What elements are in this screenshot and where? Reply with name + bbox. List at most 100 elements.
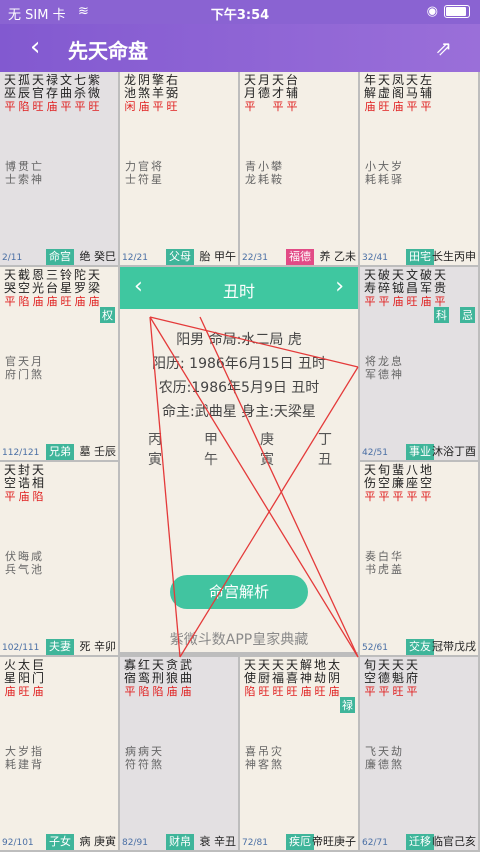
analysis-button[interactable]: 命宫解析 xyxy=(170,575,308,609)
star-brightness: 旺 xyxy=(18,685,30,698)
next-hour-button[interactable]: › xyxy=(335,274,344,299)
star-column: 年解庙 xyxy=(364,74,377,114)
palace-name[interactable]: 福德 xyxy=(286,249,314,265)
minor-star: 华 xyxy=(391,550,402,563)
palace-zi[interactable]: 天使陷天厨旺天福旺天喜旺解神庙地劫旺太阴庙喜吊灾神客煞 72/81 疾厄 帝旺庚子 禄 xyxy=(240,657,358,850)
star-column: 贪狼庙 xyxy=(166,659,178,699)
age-range: 32/41 xyxy=(362,253,388,263)
palace-name[interactable]: 迁移 xyxy=(406,834,434,850)
palace-chen[interactable]: 天哭平截空陷恩光庙三台庙铃星旺陀罗庙天梁庙官天月府门煞 112/121 兄弟墓 壬辰… xyxy=(0,267,118,460)
star-column: 天使陷 xyxy=(244,659,256,699)
star-brightness: 平 xyxy=(406,685,418,698)
star-column: 旬空平 xyxy=(378,464,390,504)
minor-star: 龙 xyxy=(378,355,389,368)
star-column: 天月平 xyxy=(244,74,256,114)
star-char: 才 xyxy=(272,86,285,100)
hour-selector: ‹ 丑时 › xyxy=(120,267,358,309)
minor-star: 亡 xyxy=(31,160,42,173)
badge-ji: 忌 xyxy=(460,307,475,323)
palace-mao[interactable]: 天空平封诰庙天相陷伏晦咸兵气池 102/111 夫妻死 辛卯 xyxy=(0,462,118,655)
age-range: 42/51 xyxy=(362,448,388,458)
star-brightness: 旺 xyxy=(272,685,284,698)
palace-si[interactable]: 天巫平孤辰陷天官旺禄存庙文曲平七杀平紫微旺博贯亡士索神 2/11 命宫绝 癸巳 xyxy=(0,72,118,265)
minor-star: 客 xyxy=(258,758,269,771)
star-column: 天虚旺 xyxy=(378,74,390,114)
star-char: 哭 xyxy=(4,281,17,295)
zhi-3: 丑 xyxy=(318,452,332,468)
star-char: 空 xyxy=(4,476,17,490)
star-brightness: 陷 xyxy=(18,295,30,308)
palace-name[interactable]: 交友 xyxy=(406,639,434,655)
star-char: 宿 xyxy=(124,671,137,685)
info-line-2: 阳历: 1986年6月15日 丑时 xyxy=(152,356,326,372)
palace-name[interactable]: 兄弟 xyxy=(46,444,74,460)
star-column: 解神庙 xyxy=(300,659,312,699)
age-range: 112/121 xyxy=(2,448,40,458)
palace-xu[interactable]: 天伤平旬空平蜚廉平八座平地空平奏白华书虎盖 52/61 交友 冠带戊戌 xyxy=(360,462,478,655)
star-char: 府 xyxy=(406,671,419,685)
minor-star: 灾 xyxy=(271,745,282,758)
minor-star: 廉 xyxy=(365,758,376,771)
minor-star: 力 xyxy=(125,160,136,173)
star-brightness: 庙 xyxy=(180,685,192,698)
minor-star: 大 xyxy=(378,160,389,173)
star-brightness: 旺 xyxy=(166,100,178,113)
palace-wu[interactable]: 龙池闲阴煞庙擎羊平右弼旺力官将士符星 12/21 父母胎 甲午 xyxy=(120,72,238,265)
palace-name[interactable]: 夫妻 xyxy=(46,639,74,655)
palace-name[interactable]: 事业 xyxy=(406,444,434,460)
star-brightness: 庙 xyxy=(88,295,100,308)
share-icon[interactable]: ⇗ xyxy=(435,36,452,60)
palace-name[interactable]: 父母 xyxy=(166,249,194,265)
palace-name[interactable]: 财帛 xyxy=(166,834,194,850)
gan-2: 庚 xyxy=(260,432,274,448)
minor-star: 鞍 xyxy=(271,173,282,186)
palace-name[interactable]: 疾厄 xyxy=(286,834,314,850)
star-char: 空 xyxy=(420,476,433,490)
palace-chou[interactable]: 寡宿平红鸾陷天刑陷贪狼庙武曲庙病病天符符煞 82/91 财帛衰 辛丑 xyxy=(120,657,238,850)
palace-wei[interactable]: 天月平月德天才平台辅平青小攀龙耗鞍 22/31 福德养 乙未 xyxy=(240,72,358,265)
star-char: 空 xyxy=(364,671,377,685)
star-column: 破军庙 xyxy=(420,269,432,309)
back-button[interactable]: ‹ xyxy=(30,32,40,62)
star-column: 天寿平 xyxy=(364,269,376,309)
star-column: 太阳旺 xyxy=(18,659,30,699)
minor-star: 盖 xyxy=(391,563,402,576)
star-column: 三台庙 xyxy=(46,269,58,309)
minor-stars: 博贯亡士索神 xyxy=(4,160,43,186)
star-brightness: 旺 xyxy=(60,295,72,308)
star-char: 弼 xyxy=(166,86,179,100)
palace-stem-branch: 死 辛卯 xyxy=(79,640,117,653)
star-brightness: 旺 xyxy=(286,685,298,698)
palace-hai[interactable]: 旬空平天德平天魁旺天府平飞天劫廉德煞 62/71 迁移 临官己亥 xyxy=(360,657,478,850)
minor-star: 神 xyxy=(31,173,42,186)
palace-shen[interactable]: 年解庙天虚旺凤阁庙天马平左辅平小大岁耗耗驿 32/41 田宅 长生丙申 xyxy=(360,72,478,265)
minor-stars: 大岁指耗建背 xyxy=(4,745,43,771)
palace-stem-branch: 帝旺庚子 xyxy=(312,835,356,848)
badge-quan: 权 xyxy=(100,307,115,323)
palace-yin[interactable]: 火星庙太阳旺巨门庙大岁指耗建背 92/101 子女病 庚寅 xyxy=(0,657,118,850)
minor-star: 岁 xyxy=(18,745,29,758)
minor-star: 符 xyxy=(138,758,149,771)
star-char: 解 xyxy=(364,86,377,100)
star-column: 蜚廉平 xyxy=(392,464,404,504)
minor-star: 煞 xyxy=(271,758,282,771)
minor-stars: 伏晦咸兵气池 xyxy=(4,550,43,576)
palace-name[interactable]: 命宫 xyxy=(46,249,74,265)
star-column: 天府平 xyxy=(406,659,419,699)
minor-star: 建 xyxy=(18,758,29,771)
star-char: 碎 xyxy=(378,281,391,295)
star-char: 刑 xyxy=(152,671,165,685)
star-char: 池 xyxy=(124,86,137,100)
age-range: 82/91 xyxy=(122,838,148,848)
palace-stem-branch: 病 庚寅 xyxy=(79,835,117,848)
palace-you[interactable]: 天寿平破碎平天钺庙文昌旺破军庙天贵平将龙息军德神 42/51 事业 沐浴丁酉 科 忌 xyxy=(360,267,478,460)
minor-star: 贯 xyxy=(18,160,29,173)
star-brightness: 庙 xyxy=(32,295,44,308)
minor-star: 士 xyxy=(125,173,136,186)
age-range: 22/31 xyxy=(242,253,268,263)
palace-name[interactable]: 田宅 xyxy=(406,249,434,265)
palace-name[interactable]: 子女 xyxy=(46,834,74,850)
minor-star: 星 xyxy=(151,173,162,186)
star-brightness: 平 xyxy=(378,685,390,698)
star-column: 阴煞庙 xyxy=(138,74,150,114)
